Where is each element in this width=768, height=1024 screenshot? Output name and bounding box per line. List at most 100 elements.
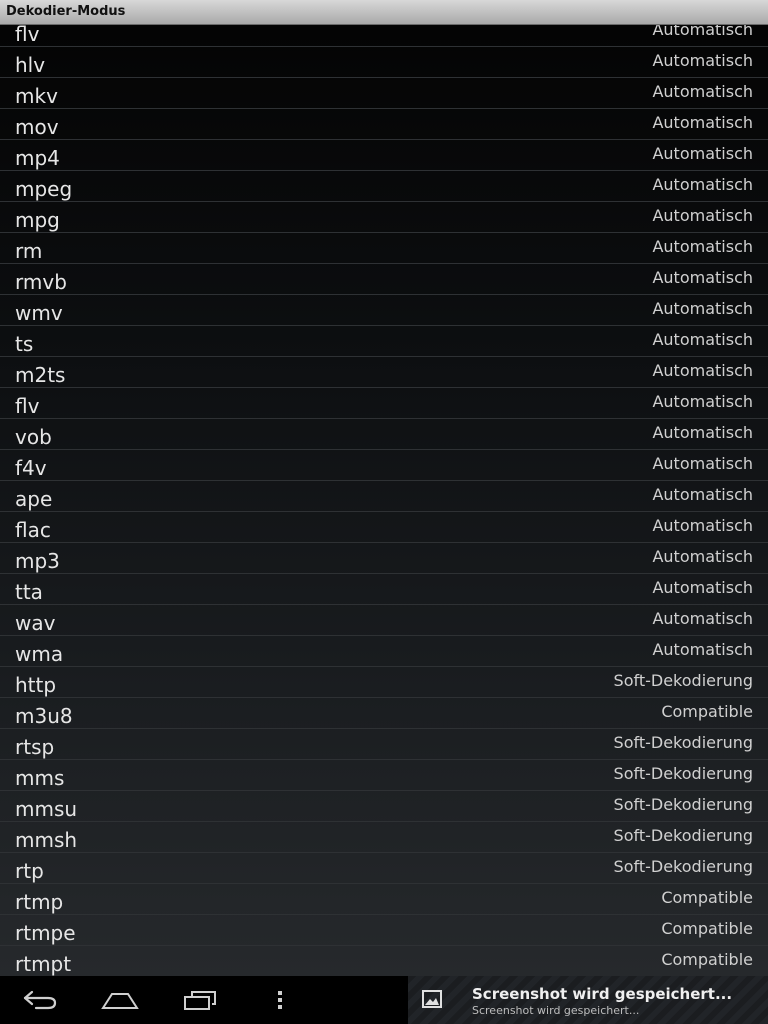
list-item[interactable]: http Soft-Dekodierung (0, 667, 768, 698)
title-bar: Dekodier-Modus (0, 0, 768, 25)
list-item[interactable]: ape Automatisch (0, 481, 768, 512)
format-label: mpg (15, 208, 60, 232)
format-label: f4v (15, 456, 47, 480)
decoding-mode-value: Automatisch (652, 82, 753, 101)
list-item[interactable]: rtp Soft-Dekodierung (0, 853, 768, 884)
format-label: ape (15, 487, 53, 511)
list-item[interactable]: flv Automatisch (0, 388, 768, 419)
list-item[interactable]: ts Automatisch (0, 326, 768, 357)
format-label: wav (15, 611, 56, 635)
format-label: rmvb (15, 270, 67, 294)
home-icon (101, 993, 139, 1009)
format-label: vob (15, 425, 52, 449)
list-item[interactable]: f4v Automatisch (0, 450, 768, 481)
list-item[interactable]: mkv Automatisch (0, 78, 768, 109)
decoding-mode-value: Automatisch (652, 392, 753, 411)
format-label: flv (15, 394, 40, 418)
decoding-mode-value: Automatisch (652, 144, 753, 163)
format-label: mms (15, 766, 65, 790)
menu-button[interactable] (245, 976, 315, 1024)
decoding-mode-value: Compatible (661, 919, 753, 938)
decoding-mode-value: Automatisch (652, 113, 753, 132)
list-item[interactable]: flac Automatisch (0, 512, 768, 543)
decoding-mode-value: Automatisch (652, 51, 753, 70)
list-item[interactable]: mpg Automatisch (0, 202, 768, 233)
decoder-mode-list[interactable]: flv Automatisch hlv Automatisch mkv Automatis… (0, 25, 768, 976)
home-button[interactable] (85, 976, 155, 1024)
decoding-mode-value: Automatisch (652, 423, 753, 442)
recent-apps-button[interactable] (165, 976, 235, 1024)
list-item[interactable]: wmv Automatisch (0, 295, 768, 326)
image-icon (422, 990, 442, 1008)
back-button[interactable] (5, 976, 75, 1024)
format-label: mmsu (15, 797, 78, 821)
format-label: mpeg (15, 177, 73, 201)
list-item[interactable]: flv Automatisch (0, 25, 768, 47)
format-label: mmsh (15, 828, 78, 852)
format-label: m2ts (15, 363, 66, 387)
list-item[interactable]: mmsu Soft-Dekodierung (0, 791, 768, 822)
decoding-mode-value: Soft-Dekodierung (613, 733, 753, 752)
back-icon (23, 990, 57, 1010)
decoding-mode-value: Automatisch (652, 485, 753, 504)
decoding-mode-value: Automatisch (652, 330, 753, 349)
menu-icon (278, 991, 282, 1009)
list-item[interactable]: wav Automatisch (0, 605, 768, 636)
list-item[interactable]: mmsh Soft-Dekodierung (0, 822, 768, 853)
list-item[interactable]: mms Soft-Dekodierung (0, 760, 768, 791)
format-label: mp4 (15, 146, 60, 170)
decoding-mode-value: Soft-Dekodierung (613, 671, 753, 690)
format-label: tta (15, 580, 43, 604)
format-label: mkv (15, 84, 58, 108)
list-item[interactable]: mpeg Automatisch (0, 171, 768, 202)
format-label: rtp (15, 859, 44, 883)
list-item[interactable]: m3u8 Compatible (0, 698, 768, 729)
list-item[interactable]: mov Automatisch (0, 109, 768, 140)
list-item[interactable]: rm Automatisch (0, 233, 768, 264)
list-item[interactable]: rtmpt Compatible (0, 946, 768, 976)
decoding-mode-value: Automatisch (652, 25, 753, 39)
list-item[interactable]: rtsp Soft-Dekodierung (0, 729, 768, 760)
decoding-mode-value: Automatisch (652, 454, 753, 473)
decoding-mode-value: Automatisch (652, 268, 753, 287)
decoding-mode-value: Soft-Dekodierung (613, 826, 753, 845)
decoding-mode-value: Compatible (661, 888, 753, 907)
decoding-mode-value: Compatible (661, 950, 753, 969)
decoding-mode-value: Automatisch (652, 361, 753, 380)
decoding-mode-value: Compatible (661, 702, 753, 721)
list-item[interactable]: rtmp Compatible (0, 884, 768, 915)
format-label: ts (15, 332, 34, 356)
screenshot-notification[interactable]: Screenshot wird gespeichert... Screensho… (408, 976, 768, 1024)
list-item[interactable]: tta Automatisch (0, 574, 768, 605)
list-item[interactable]: mp3 Automatisch (0, 543, 768, 574)
format-label: rtmpe (15, 921, 76, 945)
decoding-mode-value: Automatisch (652, 547, 753, 566)
window-title: Dekodier-Modus (6, 4, 126, 19)
decoding-mode-value: Soft-Dekodierung (613, 795, 753, 814)
list-item[interactable]: vob Automatisch (0, 419, 768, 450)
format-label: rm (15, 239, 43, 263)
list-item[interactable]: m2ts Automatisch (0, 357, 768, 388)
format-label: hlv (15, 53, 46, 77)
format-label: mp3 (15, 549, 60, 573)
format-label: rtmpt (15, 952, 72, 976)
list-content: flv Automatisch hlv Automatisch mkv Automatis… (0, 25, 768, 976)
list-item[interactable]: wma Automatisch (0, 636, 768, 667)
decoding-mode-value: Automatisch (652, 578, 753, 597)
notification-text: Screenshot wird gespeichert... (472, 1004, 640, 1017)
decoding-mode-value: Automatisch (652, 206, 753, 225)
format-label: rtmp (15, 890, 64, 914)
format-label: wma (15, 642, 64, 666)
decoding-mode-value: Automatisch (652, 237, 753, 256)
list-item[interactable]: hlv Automatisch (0, 47, 768, 78)
list-item[interactable]: mp4 Automatisch (0, 140, 768, 171)
format-label: flv (15, 25, 40, 46)
list-item[interactable]: rtmpe Compatible (0, 915, 768, 946)
list-item[interactable]: rmvb Automatisch (0, 264, 768, 295)
decoding-mode-value: Automatisch (652, 516, 753, 535)
recent-apps-icon (184, 991, 216, 1010)
format-label: rtsp (15, 735, 55, 759)
format-label: wmv (15, 301, 63, 325)
decoding-mode-value: Soft-Dekodierung (613, 857, 753, 876)
app-window: Dekodier-Modus flv Automatisch hlv Automati… (0, 0, 768, 1024)
